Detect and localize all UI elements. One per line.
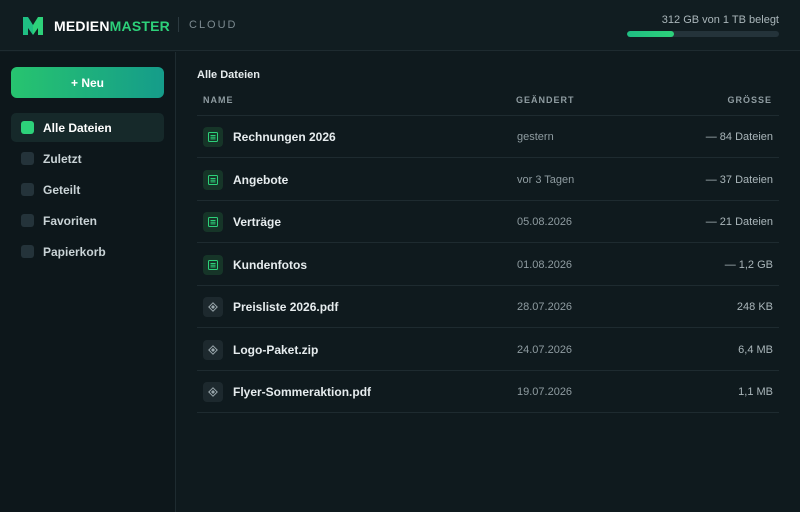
nav-marker-icon (21, 245, 34, 258)
folder-icon (203, 212, 223, 232)
sidebar-item-zuletzt[interactable]: Zuletzt (11, 144, 164, 173)
storage-usage-bar (627, 31, 779, 37)
table-row[interactable]: Preisliste 2026.pdf 28.07.2026 248 KB (197, 286, 779, 328)
sidebar-item-papierkorb[interactable]: Papierkorb (11, 237, 164, 266)
table-row[interactable]: Flyer-Sommeraktion.pdf 19.07.2026 1,1 MB (197, 371, 779, 413)
page-title: Alle Dateien (197, 69, 260, 81)
brand-divider (178, 17, 179, 32)
file-size: — 21 Dateien (705, 216, 773, 228)
file-icon (203, 382, 223, 402)
storage-usage-fill (627, 31, 675, 37)
brand-part-2: MASTER (109, 18, 170, 34)
medienmaster-logo-icon[interactable] (23, 16, 43, 36)
file-size: — 84 Dateien (705, 131, 773, 143)
table-row[interactable]: Rechnungen 2026 gestern — 84 Dateien (197, 116, 779, 158)
file-icon (203, 297, 223, 317)
folder-icon (203, 254, 223, 275)
sidebar-item-label: Favoriten (43, 213, 98, 228)
file-size: — 37 Dateien (705, 173, 773, 186)
file-name: Logo-Paket.zip (233, 342, 319, 357)
table-row[interactable]: Kundenfotos 01.08.2026 — 1,2 GB (197, 244, 779, 286)
top-bar: MEDIENMASTER CLOUD 312 GB von 1 TB beleg… (0, 0, 800, 51)
new-button[interactable]: + Neu (11, 67, 164, 98)
file-changed: vor 3 Tagen (517, 173, 575, 186)
file-size: — 1,2 GB (724, 258, 773, 271)
sidebar: + Neu Alle Dateien Zuletzt Geteilt Favorite… (0, 52, 176, 512)
file-name: Kundenfotos (233, 257, 307, 272)
sidebar-item-label: Papierkorb (43, 244, 106, 259)
folder-icon (203, 127, 223, 147)
file-name: Angebote (233, 172, 289, 187)
file-size: 248 KB (736, 301, 773, 313)
file-name: Verträge (233, 215, 282, 229)
file-changed: 24.07.2026 (517, 343, 573, 356)
column-header-size[interactable]: GRÖSSE (727, 95, 772, 106)
nav-marker-icon (21, 183, 34, 196)
storage-usage-text: 312 GB von 1 TB belegt (661, 14, 779, 26)
file-changed: 05.08.2026 (517, 216, 573, 228)
sidebar-item-favoriten[interactable]: Favoriten (11, 206, 164, 235)
table-row[interactable]: Logo-Paket.zip 24.07.2026 6,4 MB (197, 329, 779, 371)
file-name: Preisliste 2026.pdf (233, 300, 339, 314)
column-header-changed[interactable]: GEÄNDERT (516, 95, 575, 106)
file-size: 6,4 MB (738, 343, 773, 356)
folder-icon (203, 169, 223, 190)
column-header-name[interactable]: NAME (203, 95, 234, 106)
file-changed: 28.07.2026 (517, 301, 573, 313)
brand-subtitle: CLOUD (189, 19, 238, 31)
file-name: Flyer-Sommeraktion.pdf (233, 385, 372, 399)
sidebar-item-label: Geteilt (43, 182, 81, 197)
sidebar-item-geteilt[interactable]: Geteilt (11, 175, 164, 204)
file-changed: gestern (517, 131, 554, 143)
brand-name: MEDIENMASTER (54, 17, 170, 35)
sidebar-item-alle-dateien[interactable]: Alle Dateien (11, 113, 164, 142)
nav-marker-icon (21, 214, 34, 227)
nav-marker-icon (21, 121, 34, 134)
file-changed: 19.07.2026 (517, 386, 573, 398)
file-name: Rechnungen 2026 (233, 130, 336, 144)
table-row[interactable]: Angebote vor 3 Tagen — 37 Dateien (197, 159, 779, 201)
table-row[interactable]: Verträge 05.08.2026 — 21 Dateien (197, 201, 779, 243)
nav-marker-icon (21, 152, 34, 165)
sidebar-item-label: Alle Dateien (43, 120, 112, 135)
file-icon (203, 339, 223, 360)
brand-part-1: MEDIEN (54, 18, 110, 34)
sidebar-item-label: Zuletzt (43, 151, 82, 166)
file-changed: 01.08.2026 (517, 258, 573, 271)
file-size: 1,1 MB (738, 386, 773, 398)
